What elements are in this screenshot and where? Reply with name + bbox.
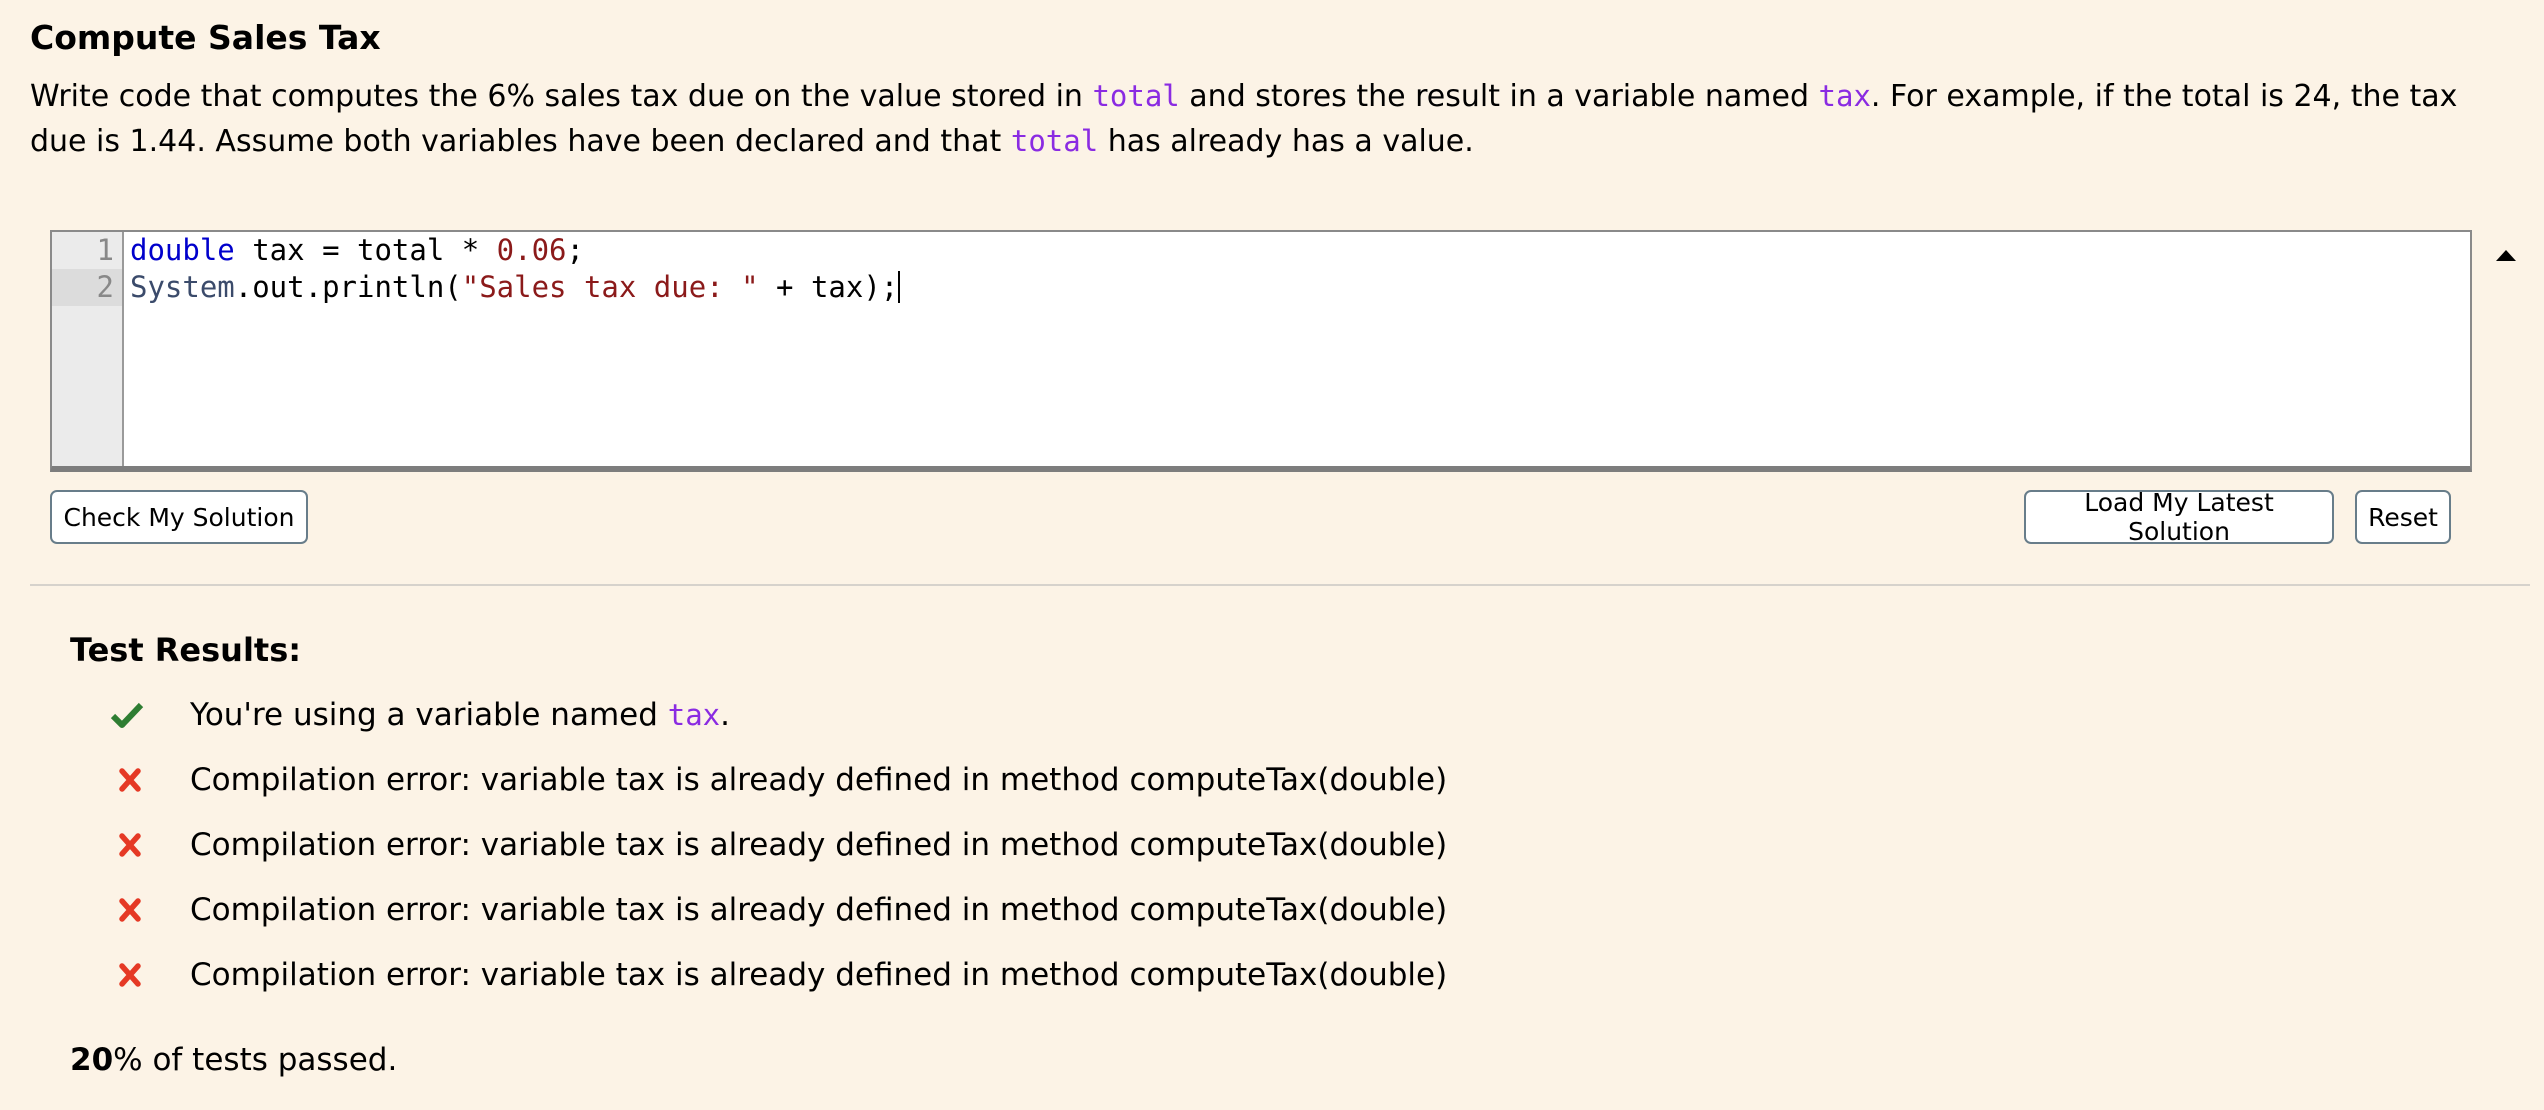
test-result-text: Compilation error: variable tax is alrea… bbox=[190, 762, 1447, 798]
result-suffix: . bbox=[720, 697, 730, 733]
code-ref-tax: tax bbox=[1818, 79, 1871, 113]
code-line[interactable]: System.out.println("Sales tax due: " + t… bbox=[130, 269, 901, 306]
code-token: double bbox=[130, 233, 235, 267]
test-results-heading: Test Results: bbox=[70, 631, 302, 669]
test-result-item: Compilation error: variable tax is alrea… bbox=[110, 820, 1447, 870]
code-ref-total: total bbox=[1092, 79, 1180, 113]
problem-title: Compute Sales Tax bbox=[30, 18, 381, 57]
code-editor[interactable]: 1 2 double tax = total * 0.06; System.ou… bbox=[50, 230, 2472, 472]
result-message: Compilation error: variable tax is alrea… bbox=[190, 892, 1448, 928]
code-token: 0.06 bbox=[496, 233, 567, 267]
test-result-item: Compilation error: variable tax is alrea… bbox=[110, 950, 1447, 1000]
code-token: tax = total * bbox=[234, 233, 497, 267]
code-ref-tax: tax bbox=[667, 698, 721, 732]
code-token: "Sales tax due: " bbox=[461, 270, 759, 304]
desc-text-1: Write code that computes the 6% sales ta… bbox=[30, 79, 1093, 114]
code-line[interactable]: double tax = total * 0.06; bbox=[130, 232, 584, 269]
summary-text: % of tests passed. bbox=[113, 1042, 398, 1078]
x-mark-icon bbox=[110, 767, 190, 793]
reset-button[interactable]: Reset bbox=[2355, 490, 2451, 544]
code-token: + tax); bbox=[758, 270, 899, 304]
result-message: You're using a variable named bbox=[190, 697, 668, 733]
code-ref-total: total bbox=[1010, 124, 1099, 158]
problem-description: Write code that computes the 6% sales ta… bbox=[30, 74, 2510, 164]
collapse-triangle-icon[interactable] bbox=[2496, 250, 2516, 261]
line-number: 1 bbox=[96, 233, 114, 267]
test-result-text: Compilation error: variable tax is alrea… bbox=[190, 957, 1447, 993]
text-cursor bbox=[898, 271, 901, 303]
code-token: System bbox=[130, 270, 235, 304]
check-solution-button[interactable]: Check My Solution bbox=[50, 490, 308, 544]
result-message: Compilation error: variable tax is alrea… bbox=[190, 957, 1448, 993]
line-number-active: 2 bbox=[52, 269, 122, 306]
x-mark-icon bbox=[110, 832, 190, 858]
test-result-item: Compilation error: variable tax is alrea… bbox=[110, 755, 1447, 805]
load-latest-solution-button[interactable]: Load My Latest Solution bbox=[2024, 488, 2334, 546]
pass-percentage: 20 bbox=[70, 1042, 114, 1078]
section-divider bbox=[30, 584, 2530, 586]
checkmark-icon bbox=[110, 701, 190, 729]
result-message: Compilation error: variable tax is alrea… bbox=[190, 762, 1448, 798]
test-result-text: You're using a variable named tax. bbox=[190, 697, 730, 733]
code-token: ; bbox=[566, 233, 584, 267]
tests-passed-summary: 20% of tests passed. bbox=[70, 1038, 397, 1082]
test-result-text: Compilation error: variable tax is alrea… bbox=[190, 827, 1447, 863]
test-result-text: Compilation error: variable tax is alrea… bbox=[190, 892, 1447, 928]
x-mark-icon bbox=[110, 897, 190, 923]
desc-text-4: has already has a value. bbox=[1098, 124, 1474, 159]
test-result-item: Compilation error: variable tax is alrea… bbox=[110, 885, 1447, 935]
x-mark-icon bbox=[110, 962, 190, 988]
desc-text-2: and stores the result in a variable name… bbox=[1179, 79, 1819, 114]
test-result-item: You're using a variable named tax. bbox=[110, 690, 730, 740]
line-number-gutter: 1 2 bbox=[52, 232, 124, 466]
code-token: .out.println( bbox=[234, 270, 462, 304]
result-message: Compilation error: variable tax is alrea… bbox=[190, 827, 1448, 863]
